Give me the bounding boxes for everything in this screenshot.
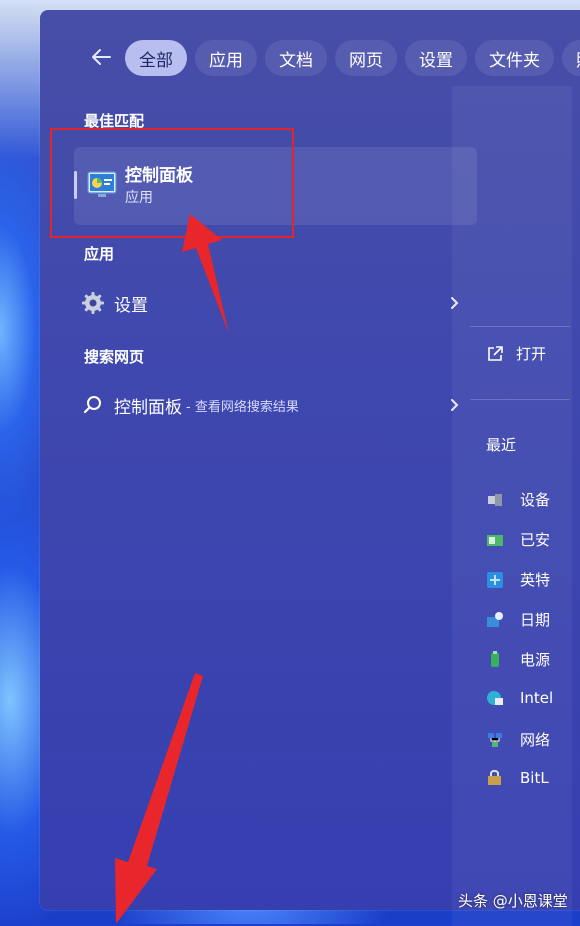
app-result-label: 设置 bbox=[114, 295, 148, 316]
apps-heading: 应用 bbox=[84, 245, 115, 263]
recent-item-label: 网络 bbox=[520, 731, 551, 749]
recent-item[interactable]: 设备 bbox=[486, 489, 576, 510]
recent-item-label: BitL bbox=[520, 769, 549, 787]
recent-item-label: 英特 bbox=[520, 571, 551, 589]
app-result-settings[interactable]: 设置 bbox=[80, 283, 463, 323]
bitlocker-icon bbox=[488, 769, 501, 785]
search-icon bbox=[80, 392, 106, 418]
red-highlight-box bbox=[50, 128, 294, 238]
recent-item-label: 电源 bbox=[520, 651, 551, 669]
details-divider bbox=[470, 399, 570, 400]
recent-item[interactable]: Intel bbox=[486, 689, 576, 707]
chip-documents[interactable]: 文档 bbox=[265, 40, 327, 76]
back-arrow-icon bbox=[92, 49, 111, 65]
chip-folders[interactable]: 文件夹 bbox=[475, 40, 554, 76]
filter-bar: 全部 应用 文档 网页 设置 文件夹 照 bbox=[40, 38, 580, 78]
internet-options-icon bbox=[487, 691, 503, 705]
programs-icon bbox=[487, 534, 503, 546]
chip-settings[interactable]: 设置 bbox=[405, 40, 467, 76]
recent-item[interactable]: 网络 bbox=[486, 729, 576, 750]
network-icon bbox=[488, 732, 502, 747]
recent-item[interactable]: BitL bbox=[486, 769, 576, 787]
web-search-heading: 搜索网页 bbox=[84, 348, 145, 366]
recent-item-label: 日期 bbox=[520, 611, 551, 629]
web-result-hint: - 查看网络搜索结果 bbox=[186, 399, 299, 415]
recent-item[interactable]: 英特 bbox=[486, 569, 576, 590]
chip-apps[interactable]: 应用 bbox=[195, 40, 257, 76]
date-time-icon bbox=[487, 611, 503, 627]
intel-graphics-icon bbox=[487, 571, 503, 588]
details-divider bbox=[470, 326, 570, 327]
web-result-control-panel[interactable]: 控制面板 - 查看网络搜索结果 bbox=[80, 385, 463, 425]
open-action[interactable]: 打开 bbox=[486, 343, 546, 364]
chip-all[interactable]: 全部 bbox=[125, 40, 187, 76]
filter-chips: 全部 应用 文档 网页 设置 文件夹 照 bbox=[125, 40, 580, 76]
recent-item[interactable]: 电源 bbox=[486, 649, 576, 670]
recent-item-label: 已安 bbox=[520, 531, 551, 549]
back-button[interactable] bbox=[86, 42, 116, 72]
open-action-label: 打开 bbox=[516, 345, 547, 363]
recent-item-label: 设备 bbox=[520, 491, 551, 509]
recent-heading: 最近 bbox=[486, 436, 517, 454]
watermark: 头条 @小恩课堂 bbox=[458, 892, 568, 910]
devices-icon bbox=[488, 493, 502, 506]
web-result-label: 控制面板 bbox=[114, 397, 182, 418]
gear-icon bbox=[80, 290, 106, 316]
chip-photos[interactable]: 照 bbox=[562, 40, 580, 76]
recent-item[interactable]: 日期 bbox=[486, 609, 576, 630]
chip-web[interactable]: 网页 bbox=[335, 40, 397, 76]
recent-item[interactable]: 已安 bbox=[486, 529, 576, 550]
recent-item-label: Intel bbox=[520, 689, 554, 707]
power-icon bbox=[491, 650, 499, 667]
open-external-icon bbox=[488, 345, 503, 361]
